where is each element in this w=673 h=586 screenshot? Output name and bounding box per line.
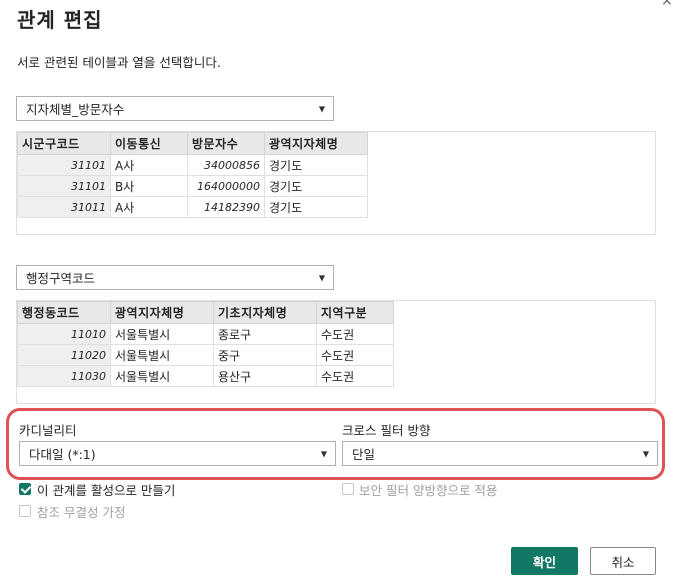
chevron-down-icon: ▼ — [318, 273, 325, 282]
table-row: 11010 서울특별시 종로구 수도권 — [17, 323, 394, 345]
table-row: 31011 A사 14182390 경기도 — [17, 196, 368, 218]
chevron-down-icon: ▼ — [642, 449, 649, 458]
table2-select[interactable]: 행정구역코드 ▼ — [16, 265, 334, 290]
table-cell: A사 — [110, 196, 188, 218]
table-row: 11030 서울특별시 용산구 수도권 — [17, 365, 394, 387]
table-cell: B사 — [110, 175, 188, 197]
table-cell: 중구 — [213, 344, 317, 366]
table-cell: 경기도 — [264, 175, 368, 197]
cardinality-value: 다대일 (*:1) — [29, 447, 96, 462]
table-cell: 31101 — [17, 175, 111, 197]
table-cell: 31101 — [17, 154, 111, 176]
chevron-down-icon: ▼ — [320, 449, 327, 458]
security-filter-checkbox[interactable] — [342, 483, 354, 495]
table-cell: 서울특별시 — [110, 323, 214, 345]
table1-preview: 시군구코드 이동통신 방문자수 광역지자체명 31101 A사 34000856… — [16, 131, 656, 235]
table1-select-value: 지자체별_방문자수 — [26, 102, 125, 117]
cross-filter-select[interactable]: 단일 ▼ — [342, 441, 658, 466]
table2-column-header[interactable]: 행정동코드 — [17, 301, 111, 324]
table-cell: 용산구 — [213, 365, 317, 387]
table1-column-header[interactable]: 광역지자체명 — [264, 132, 368, 155]
active-relationship-label[interactable]: 이 관계를 활성으로 만들기 — [37, 480, 175, 499]
table-cell: 14182390 — [187, 196, 265, 218]
table-cell: 종로구 — [213, 323, 317, 345]
table-cell: 11030 — [17, 365, 111, 387]
table-cell: 수도권 — [316, 344, 394, 366]
table2-preview: 행정동코드 광역지자체명 기초지자체명 지역구분 11010 서울특별시 종로구… — [16, 300, 656, 404]
table-cell: 수도권 — [316, 365, 394, 387]
table-cell: 수도권 — [316, 323, 394, 345]
table1-column-header[interactable]: 이동통신 — [110, 132, 188, 155]
table-cell: A사 — [110, 154, 188, 176]
table2-preview-table: 행정동코드 광역지자체명 기초지자체명 지역구분 11010 서울특별시 종로구… — [17, 301, 394, 387]
dialog-subtitle: 서로 관련된 테이블과 열을 선택합니다. — [17, 55, 221, 70]
table2-select-value: 행정구역코드 — [26, 271, 96, 286]
security-filter-label: 보안 필터 양방향으로 적용 — [359, 483, 498, 498]
table-cell: 31011 — [17, 196, 111, 218]
chevron-down-icon: ▼ — [318, 104, 325, 113]
table-cell: 서울특별시 — [110, 365, 214, 387]
table-cell: 34000856 — [187, 154, 265, 176]
table2-column-header[interactable]: 지역구분 — [316, 301, 394, 324]
table2-column-header[interactable]: 광역지자체명 — [110, 301, 214, 324]
table-cell: 11020 — [17, 344, 111, 366]
table1-select[interactable]: 지자체별_방문자수 ▼ — [16, 96, 334, 121]
table-cell: 경기도 — [264, 154, 368, 176]
referential-integrity-label: 참조 무결성 가정 — [37, 505, 126, 520]
table-cell: 경기도 — [264, 196, 368, 218]
table-row: 11020 서울특별시 중구 수도권 — [17, 344, 394, 366]
table2-column-header[interactable]: 기초지자체명 — [213, 301, 317, 324]
active-relationship-checkbox[interactable] — [19, 483, 31, 495]
cross-filter-value: 단일 — [352, 447, 376, 462]
table1-column-header[interactable]: 시군구코드 — [17, 132, 111, 155]
cardinality-label: 카디널리티 — [19, 423, 77, 438]
table1-preview-table: 시군구코드 이동통신 방문자수 광역지자체명 31101 A사 34000856… — [17, 132, 368, 218]
ok-button[interactable]: 확인 — [511, 547, 578, 575]
close-icon[interactable]: × — [661, 0, 673, 8]
table-cell: 서울특별시 — [110, 344, 214, 366]
table-cell: 164000000 — [187, 175, 265, 197]
dialog-title: 관계 편집 — [17, 8, 103, 32]
cardinality-select[interactable]: 다대일 (*:1) ▼ — [19, 441, 336, 466]
cross-filter-label: 크로스 필터 방향 — [342, 423, 431, 438]
referential-integrity-checkbox[interactable] — [19, 505, 31, 517]
table1-column-header[interactable]: 방문자수 — [187, 132, 265, 155]
table-row: 31101 A사 34000856 경기도 — [17, 154, 368, 176]
table-cell: 11010 — [17, 323, 111, 345]
cancel-button[interactable]: 취소 — [590, 547, 656, 575]
table-row: 31101 B사 164000000 경기도 — [17, 175, 368, 197]
